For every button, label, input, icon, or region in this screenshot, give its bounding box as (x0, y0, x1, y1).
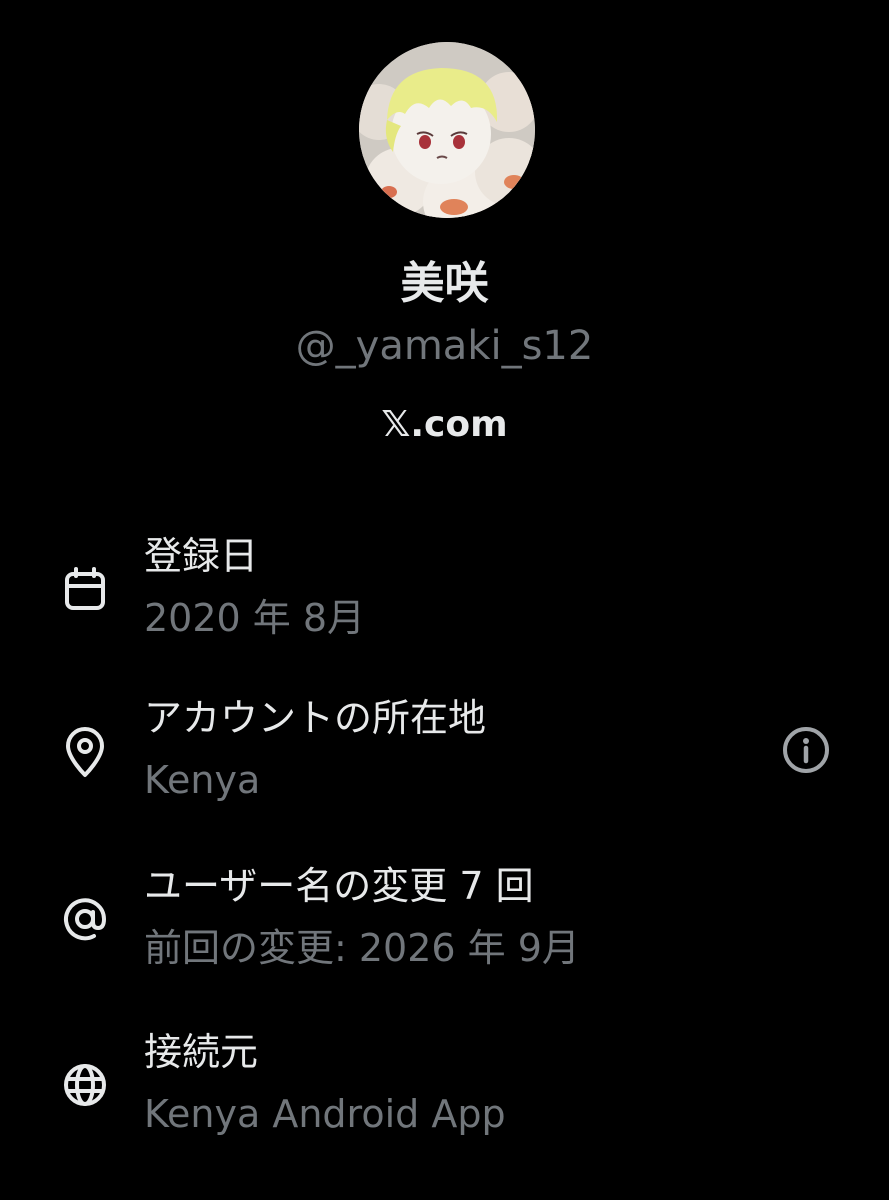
calendar-icon (56, 562, 114, 620)
detail-row-connected-via: 接続元 Kenya Android App (0, 1026, 889, 1146)
detail-row-username-changes: ユーザー名の変更 7 回 前回の変更: 2026 年 9月 (0, 860, 889, 980)
detail-row-location: アカウントの所在地 Kenya (0, 692, 889, 812)
avatar[interactable] (359, 42, 535, 218)
at-sign-icon (56, 890, 114, 948)
detail-row-joined: 登録日 2020 年 8月 (0, 530, 889, 650)
info-icon[interactable] (778, 722, 834, 778)
detail-label: 接続元 (144, 1030, 259, 1074)
detail-value: Kenya (144, 758, 261, 802)
detail-label: 登録日 (144, 534, 259, 578)
display-name: 美咲 (400, 258, 489, 309)
site-label: 𝕏.com (381, 404, 508, 445)
detail-value: 前回の変更: 2026 年 9月 (144, 926, 580, 970)
detail-label: アカウントの所在地 (144, 696, 487, 740)
location-pin-icon (56, 722, 114, 780)
detail-value: Kenya Android App (144, 1092, 506, 1136)
username-handle: @_yamaki_s12 (295, 323, 594, 369)
avatar-image (359, 42, 535, 218)
detail-label: ユーザー名の変更 7 回 (144, 864, 534, 908)
globe-icon (56, 1056, 114, 1114)
detail-value: 2020 年 8月 (144, 596, 366, 640)
